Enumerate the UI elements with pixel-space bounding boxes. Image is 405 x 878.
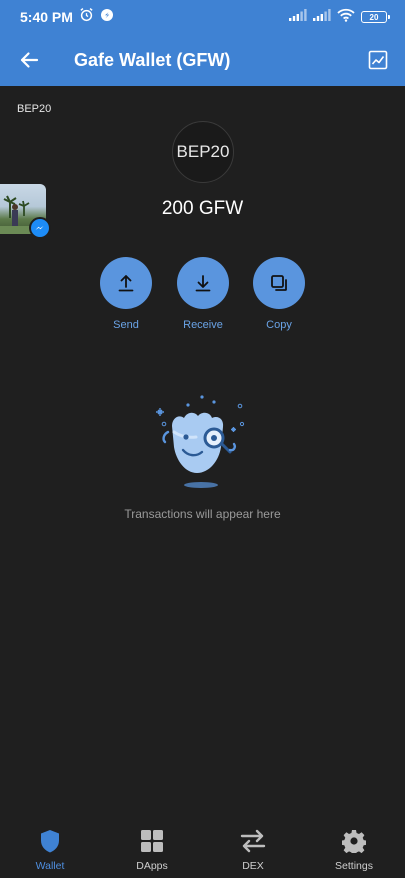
swap-icon [240,828,266,854]
shield-icon [37,828,63,854]
wifi-icon [337,8,355,27]
copy-action[interactable]: Copy [244,257,314,331]
network-label: BEP20 [17,103,52,115]
nav-wallet-label: Wallet [35,860,65,872]
back-button[interactable] [0,34,58,86]
receive-button[interactable] [177,257,229,309]
nav-dapps[interactable]: DApps [112,828,192,872]
nav-dapps-label: DApps [136,860,168,872]
copy-button[interactable] [253,257,305,309]
gear-icon [341,828,367,854]
copy-icon [271,275,287,291]
grid-icon [139,828,165,854]
receive-label: Receive [183,319,223,331]
app-bar: Gafe Wallet (GFW) [0,34,405,86]
token-logo: BEP20 [172,121,234,183]
token-balance: 200 GFW [161,198,244,219]
send-button[interactable] [100,257,152,309]
empty-state-illustration [150,392,254,492]
copy-label: Copy [266,319,292,331]
messenger-icon [29,217,51,239]
status-time: 5:40 PM [20,9,73,25]
bottom-navigation: Wallet DApps DEX Settings [0,816,405,878]
nav-dex[interactable]: DEX [213,828,293,872]
nav-settings-label: Settings [335,860,373,872]
alarm-icon [79,7,94,27]
send-label: Send [113,319,139,331]
nav-dex-label: DEX [242,860,264,872]
signal-icon-2 [313,8,331,26]
status-bar: 5:40 PM 20 [0,0,405,34]
send-action[interactable]: Send [91,257,161,331]
empty-state-message: Transactions will appear here [124,507,281,521]
receive-action[interactable]: Receive [168,257,238,331]
nav-settings[interactable]: Settings [314,828,394,872]
nav-wallet[interactable]: Wallet [10,828,90,872]
signal-icon [289,8,307,26]
upload-icon [118,275,134,292]
chat-head-bubble[interactable] [0,184,51,239]
chart-button[interactable] [365,47,391,73]
download-icon [195,275,211,292]
battery-icon: 20 [361,11,390,23]
page-title: Gafe Wallet (GFW) [74,49,231,70]
line-chart-icon [368,50,388,70]
arrow-left-icon [20,52,39,68]
app-notification-icon [100,8,114,27]
